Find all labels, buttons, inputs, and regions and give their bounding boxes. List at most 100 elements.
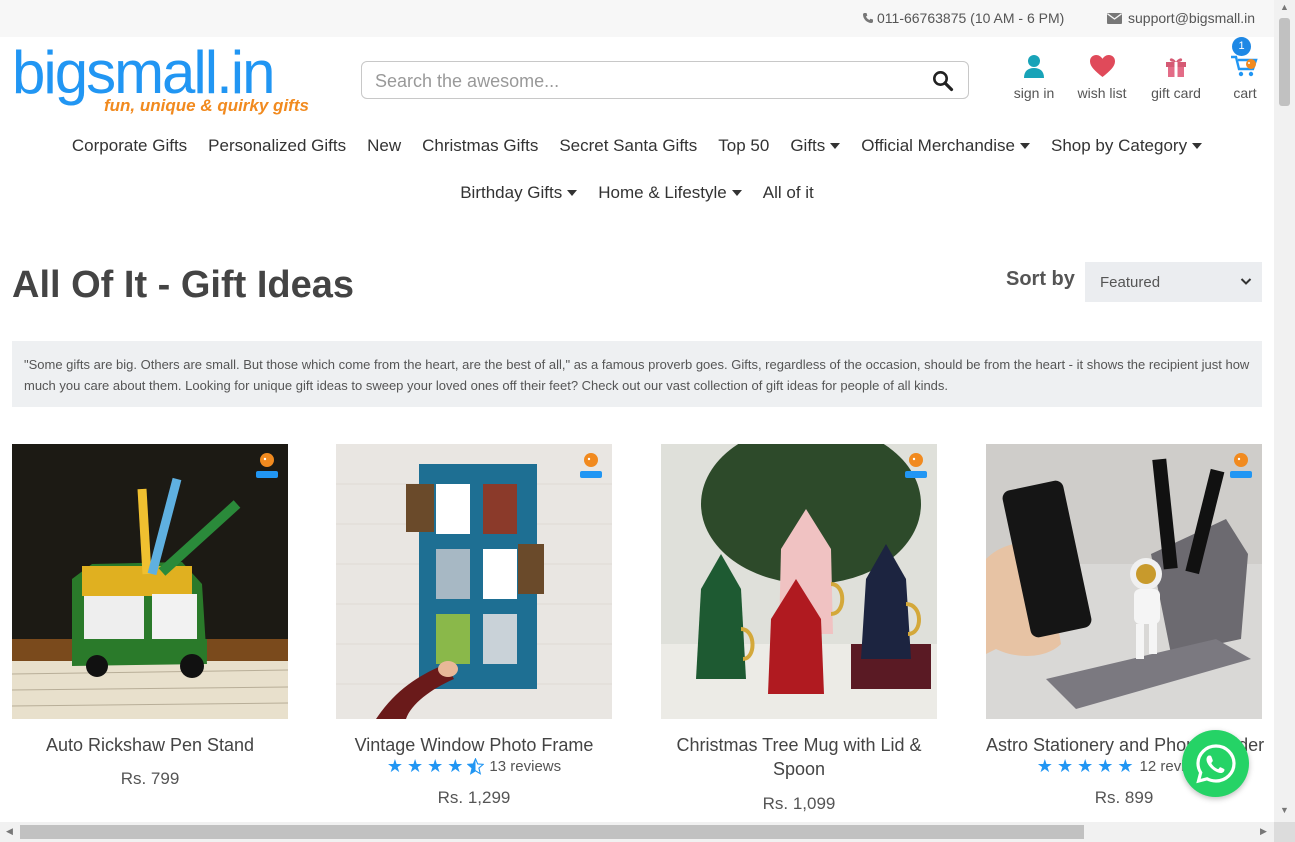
nav-all-of-it[interactable]: All of it [752, 183, 824, 203]
product-image-christmas-tree-mug[interactable] [661, 444, 937, 719]
nav-label: Shop by Category [1050, 136, 1188, 155]
bigsmall-watermark-icon [905, 453, 927, 478]
scroll-right-arrow-icon[interactable]: ▶ [1260, 826, 1267, 837]
gift-card-label: gift card [1151, 85, 1201, 101]
phone-contact[interactable]: 011-66763875 (10 AM - 6 PM) [862, 10, 1064, 26]
site-logo[interactable]: bigsmall.in fun, unique & quirky gifts [12, 42, 312, 122]
product-price: Rs. 1,299 [437, 788, 511, 807]
product-name[interactable]: Christmas Tree Mug with Lid & Spoon [661, 733, 937, 781]
sort-select[interactable]: Featured [1085, 262, 1262, 302]
wish-list-link[interactable]: wish list [1073, 52, 1131, 101]
star-icon: ★ [1097, 756, 1115, 776]
product-name[interactable]: Auto Rickshaw Pen Stand [12, 733, 288, 757]
product-card[interactable]: Christmas Tree Mug with Lid & Spoon Rs. … [661, 444, 937, 814]
star-icon: ★ [427, 756, 445, 776]
product-price: Rs. 799 [120, 769, 180, 788]
nav-secret-santa-gifts[interactable]: Secret Santa Gifts [549, 136, 708, 156]
cart-link[interactable]: cart [1226, 52, 1264, 101]
cart-icon [1231, 55, 1258, 77]
nav-label: Corporate Gifts [71, 136, 188, 155]
star-icon: ★ [1117, 756, 1135, 776]
nav-home-lifestyle[interactable]: Home & Lifestyle [588, 183, 753, 203]
phone-number: 011-66763875 (10 AM - 6 PM) [877, 10, 1065, 26]
wish-list-label: wish list [1077, 85, 1127, 101]
sign-in-link[interactable]: sign in [1010, 52, 1058, 101]
caret-down-icon [567, 190, 578, 196]
nav-corporate-gifts[interactable]: Corporate Gifts [61, 136, 197, 156]
nav-label: Top 50 [718, 136, 770, 155]
scroll-up-arrow-icon[interactable]: ▲ [1280, 2, 1289, 12]
nav-label: Personalized Gifts [208, 136, 347, 155]
review-count[interactable]: 13 reviews [489, 758, 561, 775]
star-icon: ★ [447, 756, 465, 776]
nav-label: Birthday Gifts [460, 183, 563, 202]
horizontal-scroll-thumb[interactable] [20, 825, 1084, 839]
star-icon: ★ [1077, 756, 1095, 776]
email-contact[interactable]: support@bigsmall.in [1107, 10, 1255, 26]
caret-down-icon [1019, 143, 1030, 149]
search-bar [361, 61, 969, 99]
product-rating: ★ ★ ★ ★ 13 reviews [336, 756, 612, 777]
star-icon: ★ [1036, 756, 1054, 776]
sort-label: Sort by [1006, 268, 1075, 290]
nav-label: Home & Lifestyle [598, 183, 727, 202]
star-icon: ★ [407, 756, 425, 776]
heart-icon [1089, 55, 1115, 77]
scroll-left-arrow-icon[interactable]: ◀ [6, 826, 13, 837]
vertical-scrollbar[interactable]: ▲ ▼ [1274, 0, 1295, 822]
sort-selected-value: Featured [1100, 273, 1161, 291]
nav-personalized-gifts[interactable]: Personalized Gifts [198, 136, 357, 156]
search-input[interactable] [375, 69, 915, 93]
envelope-icon [1107, 12, 1122, 24]
caret-down-icon [830, 143, 841, 149]
logo-wordmark: bigsmall.in [12, 39, 275, 106]
sign-in-label: sign in [1013, 85, 1055, 101]
nav-label: Christmas Gifts [422, 136, 539, 155]
product-image-auto-rickshaw[interactable] [12, 444, 288, 719]
product-image-vintage-window-frame[interactable] [336, 444, 612, 719]
nav-label: New [367, 136, 402, 155]
product-image-astro-phone-holder[interactable] [986, 444, 1262, 719]
product-name[interactable]: Vintage Window Photo Frame [336, 733, 612, 757]
nav-shop-by-category[interactable]: Shop by Category [1040, 136, 1212, 156]
caret-down-icon [731, 190, 742, 196]
nav-gifts[interactable]: Gifts [780, 136, 851, 156]
search-icon[interactable] [932, 70, 954, 92]
main-nav-row-2: Birthday Gifts Home & Lifestyle All of i… [0, 183, 1274, 203]
nav-label: Official Merchandise [861, 136, 1015, 155]
product-card[interactable]: Auto Rickshaw Pen Stand Rs. 799 [12, 444, 288, 789]
whatsapp-icon [1195, 743, 1236, 783]
caret-down-icon [1192, 143, 1203, 149]
product-price: Rs. 1,099 [762, 794, 836, 813]
logo-tagline: fun, unique & quirky gifts [104, 96, 309, 115]
nav-label: All of it [762, 183, 814, 202]
nav-christmas-gifts[interactable]: Christmas Gifts [412, 136, 549, 156]
product-card[interactable]: Vintage Window Photo Frame ★ ★ ★ ★ 13 revie… [336, 444, 612, 808]
nav-birthday-gifts[interactable]: Birthday Gifts [450, 183, 588, 203]
nav-label: Gifts [790, 136, 826, 155]
gift-card-link[interactable]: gift card [1146, 52, 1206, 101]
cart-count-badge: 1 [1232, 37, 1251, 56]
main-nav-row-1: Corporate Gifts Personalized Gifts New C… [0, 136, 1274, 156]
phone-icon [863, 13, 873, 23]
nav-top-50[interactable]: Top 50 [708, 136, 780, 156]
nav-new[interactable]: New [357, 136, 412, 156]
scroll-down-arrow-icon[interactable]: ▼ [1280, 805, 1289, 815]
user-icon [1024, 55, 1044, 78]
vertical-scroll-thumb[interactable] [1279, 18, 1290, 106]
top-contact-bar: 011-66763875 (10 AM - 6 PM) support@bigs… [0, 0, 1274, 37]
nav-label: Secret Santa Gifts [559, 136, 698, 155]
scrollbar-corner [1274, 822, 1295, 842]
intro-description: "Some gifts are big. Others are small. B… [12, 341, 1262, 407]
bigsmall-watermark-icon [256, 453, 278, 478]
star-icon: ★ [1056, 756, 1075, 776]
email-address: support@bigsmall.in [1128, 10, 1256, 26]
whatsapp-chat-button[interactable] [1182, 730, 1249, 797]
horizontal-scrollbar[interactable]: ◀ ▶ [0, 822, 1274, 842]
star-icon: ★ [386, 756, 404, 776]
cart-label: cart [1233, 85, 1257, 101]
bigsmall-watermark-icon [1230, 453, 1252, 478]
bigsmall-watermark-icon [580, 453, 602, 478]
gift-icon [1166, 58, 1186, 77]
nav-official-merchandise[interactable]: Official Merchandise [851, 136, 1041, 156]
